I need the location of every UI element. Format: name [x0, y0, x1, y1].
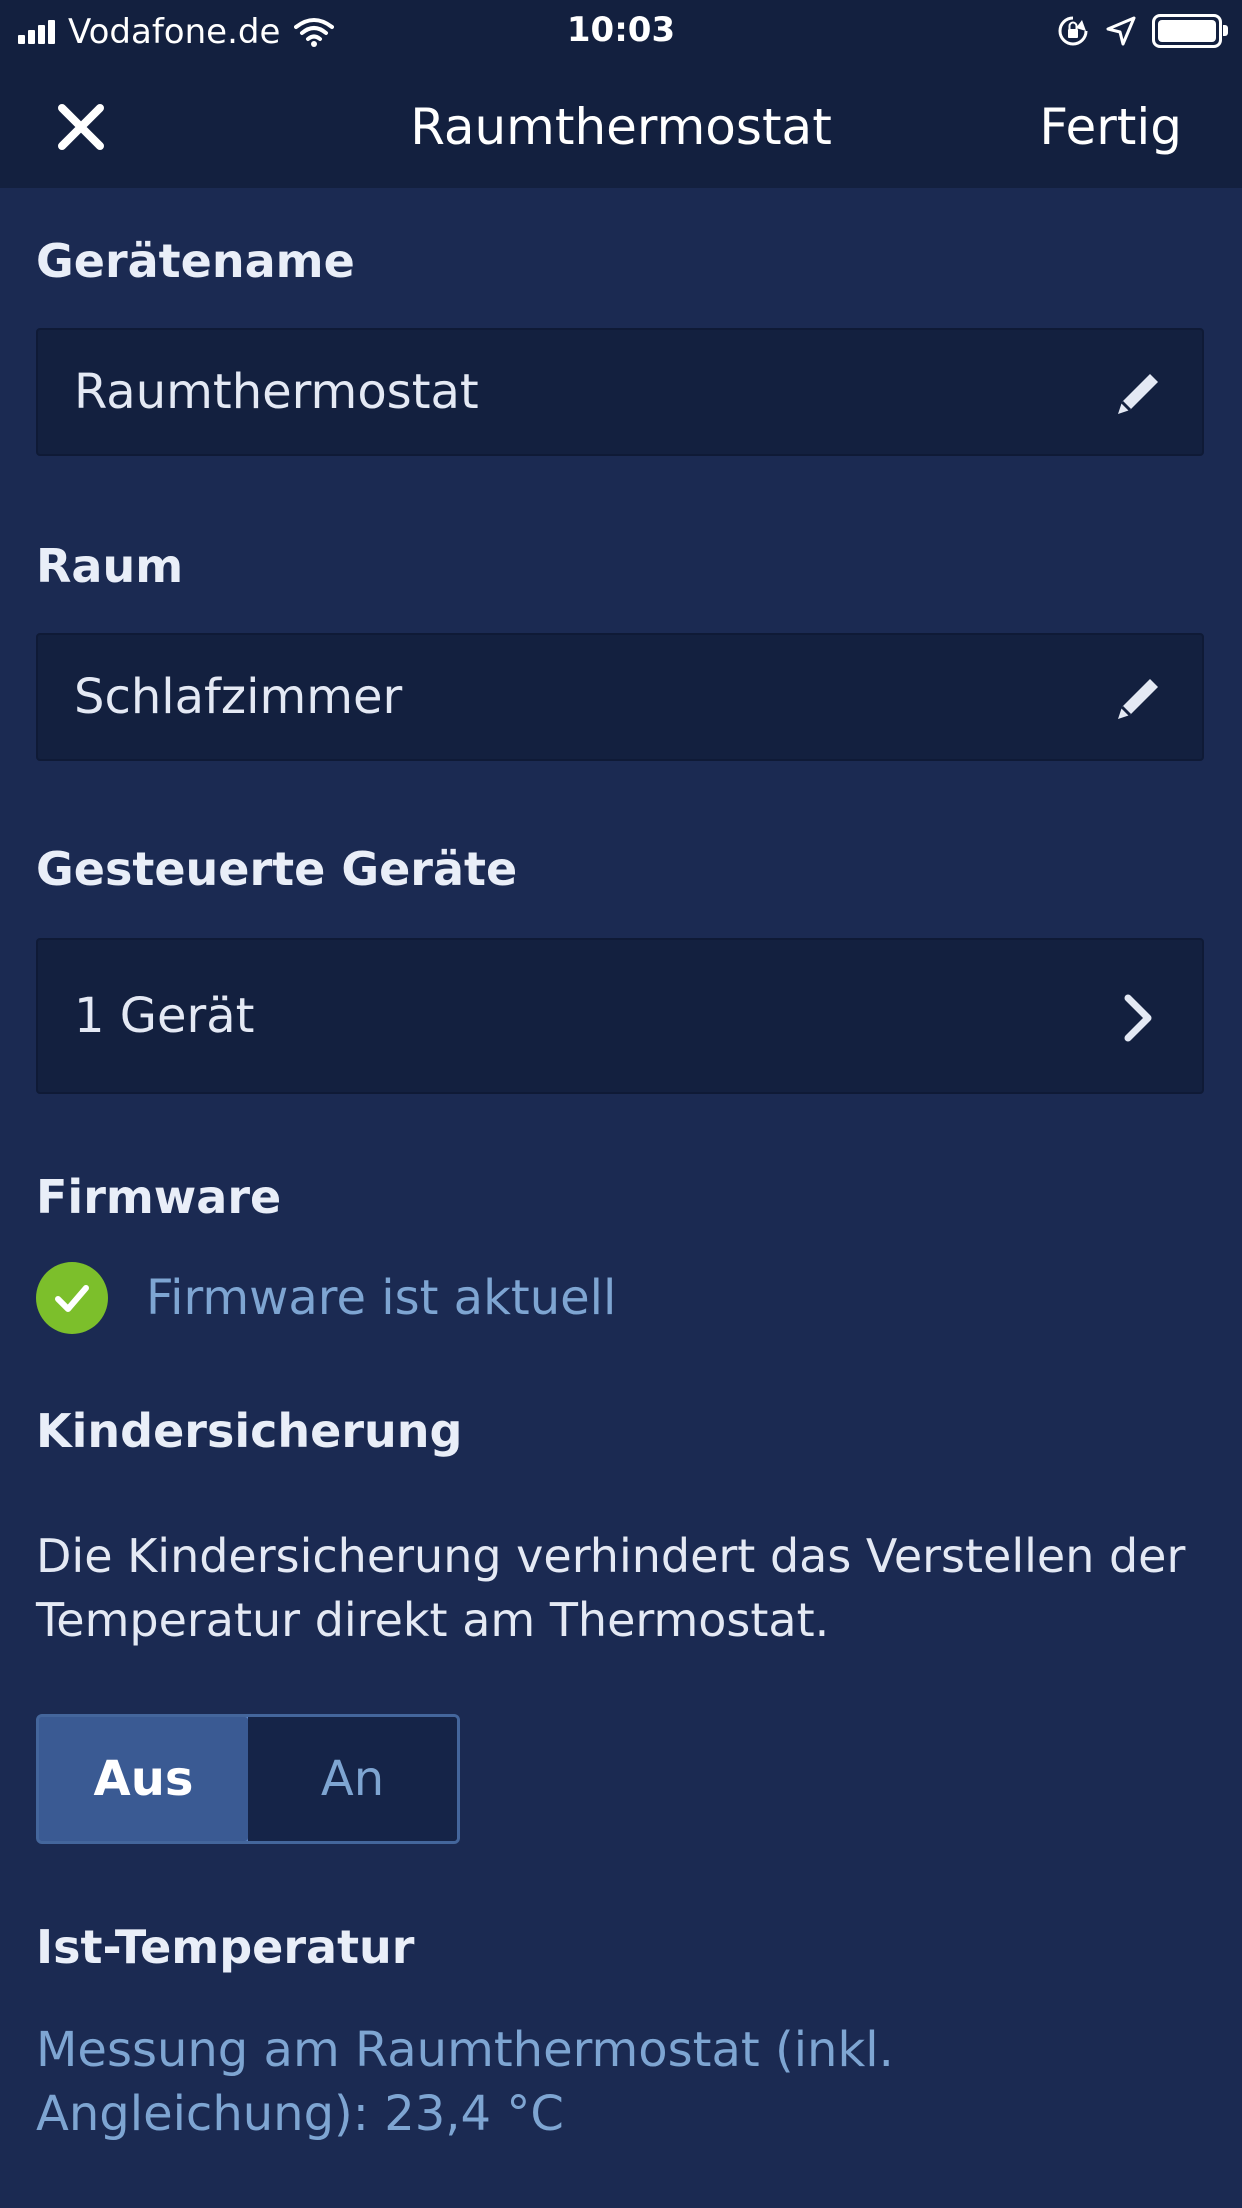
firmware-label: Firmware — [36, 1170, 282, 1224]
child-lock-on-button[interactable]: An — [248, 1717, 457, 1841]
controlled-devices-label: Gesteuerte Geräte — [36, 842, 518, 896]
room-label: Raum — [36, 539, 184, 593]
controlled-devices-value: 1 Gerät — [74, 988, 255, 1044]
check-circle-icon — [36, 1262, 108, 1334]
device-name-field[interactable]: Raumthermostat — [36, 328, 1204, 456]
status-bar: Vodafone.de 10:03 — [0, 0, 1242, 62]
actual-temperature-measurement: Messung am Raumthermostat (inkl. Angleic… — [36, 2022, 894, 2142]
child-lock-off-button[interactable]: Aus — [39, 1717, 251, 1841]
actual-temperature-label: Ist-Temperatur — [36, 1920, 415, 1974]
device-name-value: Raumthermostat — [74, 364, 479, 420]
orientation-lock-icon — [1058, 16, 1088, 46]
child-lock-description: Die Kindersicherung verhindert das Verst… — [36, 1529, 1186, 1647]
firmware-status: Firmware ist aktuell — [36, 1262, 616, 1334]
room-field[interactable]: Schlafzimmer — [36, 633, 1204, 761]
pencil-icon[interactable] — [1110, 366, 1166, 422]
child-lock-toggle[interactable]: Aus An — [36, 1714, 460, 1844]
nav-bar: Raumthermostat Fertig — [0, 62, 1242, 188]
pencil-icon[interactable] — [1110, 671, 1166, 727]
done-button[interactable]: Fertig — [1039, 98, 1182, 156]
room-value: Schlafzimmer — [74, 669, 403, 725]
child-lock-label: Kindersicherung — [36, 1404, 463, 1458]
location-icon — [1106, 16, 1136, 46]
controlled-devices-field[interactable]: 1 Gerät — [36, 938, 1204, 1094]
chevron-right-icon — [1124, 994, 1152, 1042]
battery-icon — [1152, 14, 1228, 48]
firmware-status-text: Firmware ist aktuell — [146, 1270, 617, 1326]
device-name-label: Gerätename — [36, 234, 355, 288]
status-bar-right — [1056, 14, 1228, 48]
